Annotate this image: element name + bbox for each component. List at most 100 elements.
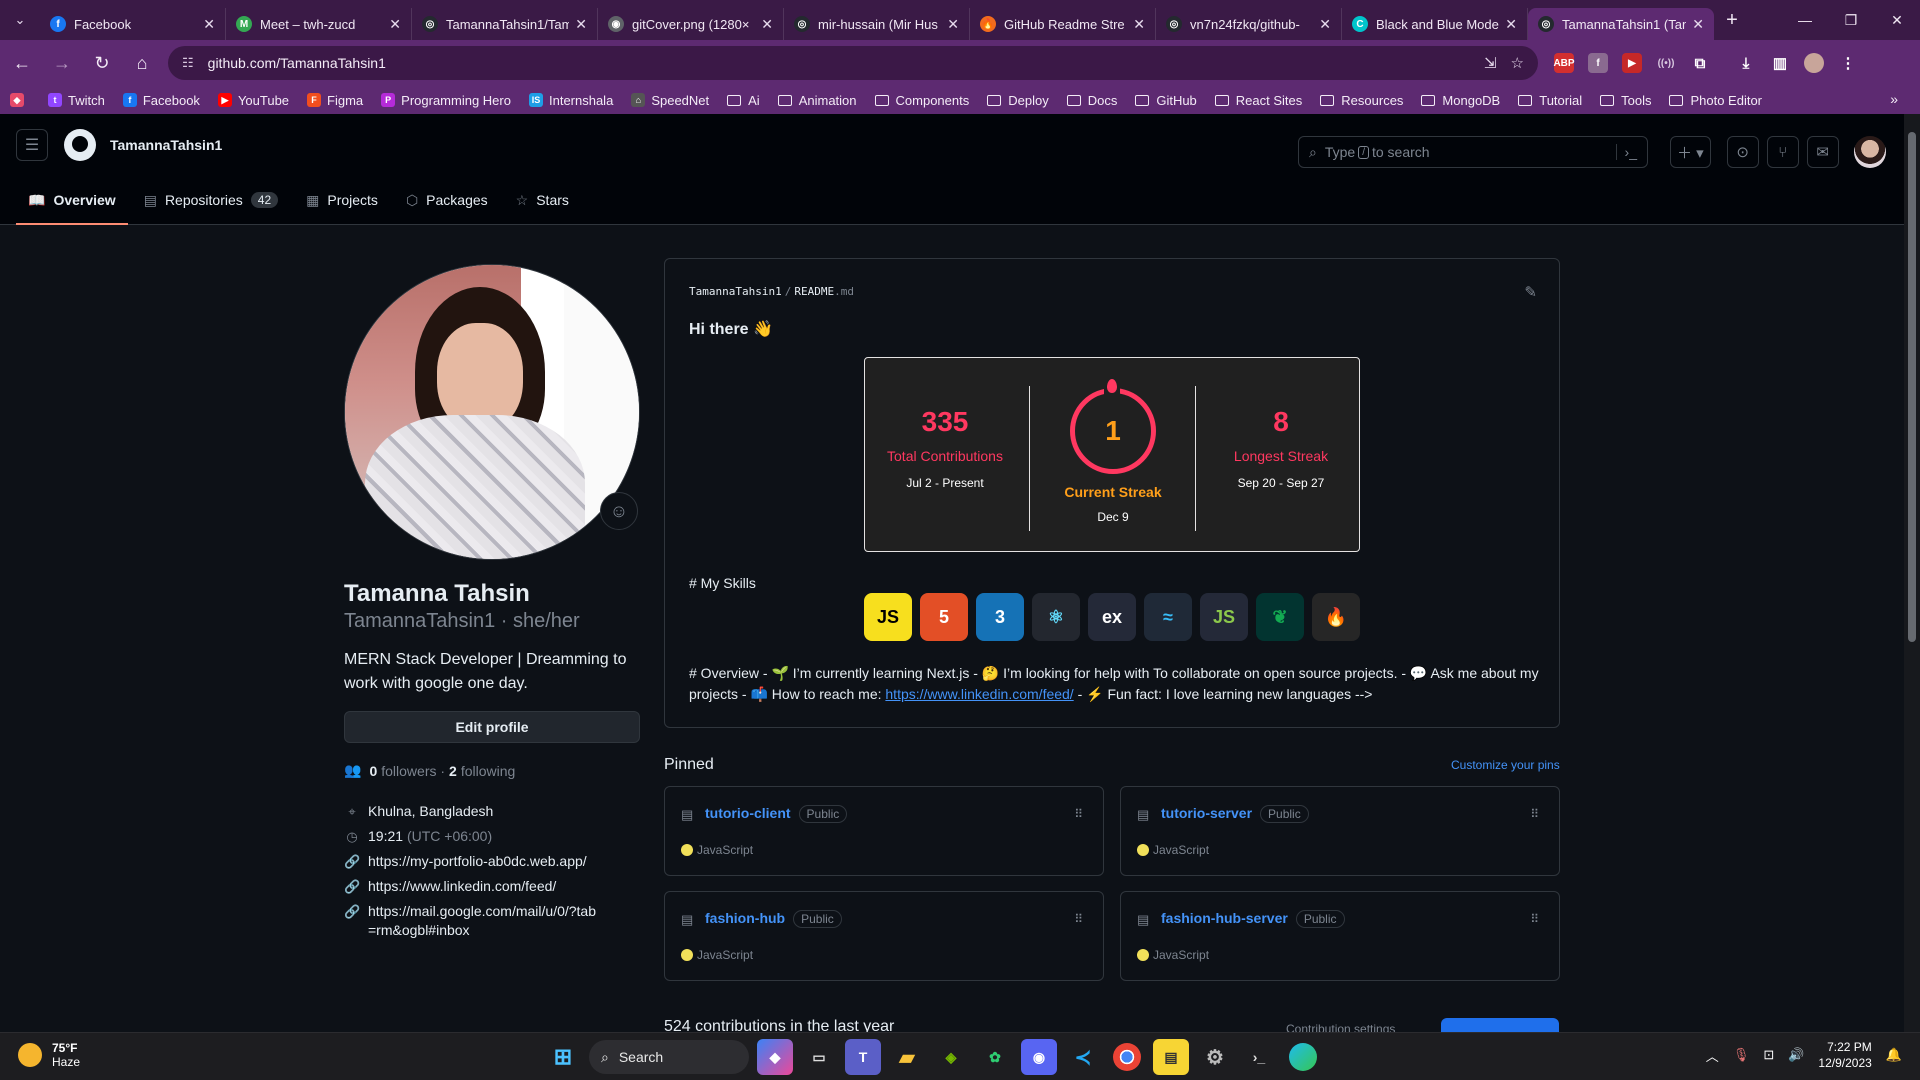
site-info-icon[interactable]: ☷ xyxy=(182,55,194,71)
teams-icon[interactable]: T xyxy=(845,1039,881,1075)
tab-repositories[interactable]: ▤ Repositories 42 xyxy=(132,176,290,224)
tab-projects[interactable]: ▦ Projects xyxy=(294,176,390,224)
link-item[interactable]: 🔗 https://mail.google.com/mail/u/0/?tab=… xyxy=(344,902,640,940)
hamburger-menu-icon[interactable]: ☰ xyxy=(16,129,48,161)
microphone-icon[interactable]: 🎙 xyxy=(1733,1047,1750,1063)
create-new-button[interactable]: ＋ ▾ xyxy=(1670,136,1711,168)
taskbar-search[interactable]: ⌕ Search xyxy=(589,1040,749,1074)
edit-profile-button[interactable]: Edit profile xyxy=(344,711,640,743)
browser-tab[interactable]: ◎ vn7n24fzkq/github- ✕ xyxy=(1156,8,1342,40)
sticky-notes-icon[interactable]: ▤ xyxy=(1153,1039,1189,1075)
inbox-icon[interactable]: ✉ xyxy=(1806,136,1839,168)
apps-icon[interactable]: ◆ xyxy=(10,93,30,107)
set-status-smiley-icon[interactable]: ☺ xyxy=(600,492,638,530)
back-icon[interactable]: ← xyxy=(4,45,40,81)
facebook-extension-icon[interactable]: f xyxy=(1588,53,1608,73)
year-button[interactable] xyxy=(1441,1018,1559,1032)
browser-tab[interactable]: C Black and Blue Mode ✕ xyxy=(1342,8,1528,40)
drag-handle-icon[interactable]: ⠿ xyxy=(1074,912,1083,926)
file-explorer-icon[interactable]: ▰ xyxy=(889,1039,925,1075)
followers-link[interactable]: 0 followers · xyxy=(365,763,445,779)
linkedin-link[interactable]: https://www.linkedin.com/feed/ xyxy=(885,686,1073,702)
close-window-icon[interactable]: ✕ xyxy=(1874,0,1920,40)
bookmark-item[interactable]: P Programming Hero xyxy=(381,93,511,108)
tab-packages[interactable]: ⬡ Packages xyxy=(394,176,500,224)
tab-close-icon[interactable]: ✕ xyxy=(947,16,959,33)
browser-tab[interactable]: f Facebook ✕ xyxy=(40,8,226,40)
bookmark-folder[interactable]: React Sites xyxy=(1214,93,1302,108)
bookmark-item[interactable]: F Figma xyxy=(307,93,363,108)
home-icon[interactable]: ⌂ xyxy=(124,45,160,81)
task-view-icon[interactable]: ▭ xyxy=(801,1039,837,1075)
browser-tab[interactable]: 🔥 GitHub Readme Stre ✕ xyxy=(970,8,1156,40)
tab-close-icon[interactable]: ✕ xyxy=(1133,16,1145,33)
copilot-icon[interactable]: ◆ xyxy=(757,1039,793,1075)
notifications-bell-icon[interactable]: 🔔 xyxy=(1886,1047,1902,1063)
github-logo-icon[interactable] xyxy=(64,129,96,161)
bookmark-folder[interactable]: Ai xyxy=(727,93,760,108)
bookmark-folder[interactable]: Tools xyxy=(1600,93,1651,108)
bookmark-item[interactable]: t Twitch xyxy=(48,93,105,108)
minimize-icon[interactable]: — xyxy=(1782,0,1828,40)
repo-name-link[interactable]: tutorio-server xyxy=(1161,805,1252,821)
tab-close-icon[interactable]: ✕ xyxy=(1505,16,1517,33)
browser-tab[interactable]: M Meet – twh-zucd ✕ xyxy=(226,8,412,40)
volume-icon[interactable]: 🔊 xyxy=(1788,1047,1804,1063)
tab-close-icon[interactable]: ✕ xyxy=(1319,16,1331,33)
drag-handle-icon[interactable]: ⠿ xyxy=(1530,912,1539,926)
bookmark-item[interactable]: f Facebook xyxy=(122,93,200,108)
issues-icon[interactable]: ⊙ xyxy=(1726,136,1759,168)
more-bookmarks-icon[interactable]: » xyxy=(1890,91,1898,107)
restore-icon[interactable]: ❐ xyxy=(1828,0,1874,40)
video-extension-icon[interactable]: ▶ xyxy=(1622,53,1642,73)
vscode-icon[interactable]: ≺ xyxy=(1065,1039,1101,1075)
edit-pencil-icon[interactable]: ✎ xyxy=(1524,283,1537,301)
bookmark-folder[interactable]: Resources xyxy=(1320,93,1403,108)
install-app-icon[interactable]: ⇲ xyxy=(1484,54,1497,72)
repo-name-link[interactable]: tutorio-client xyxy=(705,805,791,821)
bookmark-folder[interactable]: Docs xyxy=(1066,93,1117,108)
tab-close-icon[interactable]: ✕ xyxy=(761,16,773,33)
drag-handle-icon[interactable]: ⠿ xyxy=(1074,807,1083,821)
bookmark-folder[interactable]: Photo Editor xyxy=(1669,93,1762,108)
bookmark-star-icon[interactable]: ☆ xyxy=(1511,54,1524,72)
pull-requests-icon[interactable]: ⑂ xyxy=(1766,136,1799,168)
bookmark-folder[interactable]: MongoDB xyxy=(1421,93,1500,108)
settings-gear-icon[interactable]: ⚙ xyxy=(1197,1039,1233,1075)
terminal-icon[interactable]: ›_ xyxy=(1241,1039,1277,1075)
bookmark-item[interactable]: IS Internshala xyxy=(528,93,613,108)
tab-search-icon[interactable]: ⌄ xyxy=(0,0,40,40)
tab-overview[interactable]: 📖 Overview xyxy=(16,176,128,225)
header-username[interactable]: TamannaTahsin1 xyxy=(110,137,222,153)
nvidia-icon[interactable]: ◈ xyxy=(933,1039,969,1075)
adblock-extension-icon[interactable]: ABP xyxy=(1553,53,1575,73)
link-item[interactable]: 🔗 https://my-portfolio-ab0dc.web.app/ xyxy=(344,852,640,871)
discord-icon[interactable]: ◉ xyxy=(1021,1039,1057,1075)
start-windows-icon[interactable]: ⊞ xyxy=(545,1039,581,1075)
bookmark-folder[interactable]: Components xyxy=(874,93,969,108)
following-link[interactable]: 2 following xyxy=(445,763,515,779)
browser-tab[interactable]: ◎ TamannaTahsin1/Tam ✕ xyxy=(412,8,598,40)
tab-close-icon[interactable]: ✕ xyxy=(575,16,587,33)
repo-name-link[interactable]: fashion-hub xyxy=(705,910,785,926)
network-icon[interactable]: ⊡ xyxy=(1763,1047,1774,1063)
tray-overflow-icon[interactable]: ︿ xyxy=(1706,1046,1719,1065)
bookmark-folder[interactable]: Tutorial xyxy=(1518,93,1582,108)
browser-tab[interactable]: ◎ mir-hussain (Mir Hus ✕ xyxy=(784,8,970,40)
taskbar-clock[interactable]: 7:22 PM 12/9/2023 xyxy=(1818,1039,1871,1071)
scrollbar-thumb[interactable] xyxy=(1908,132,1916,642)
link-item[interactable]: 🔗 https://www.linkedin.com/feed/ xyxy=(344,877,640,896)
weather-widget[interactable]: 75°F Haze xyxy=(18,1041,80,1069)
tab-close-icon[interactable]: ✕ xyxy=(203,16,215,33)
command-palette-icon[interactable]: ›_ xyxy=(1615,144,1637,160)
bookmark-folder[interactable]: Deploy xyxy=(987,93,1049,108)
download-icon[interactable]: ⤓ xyxy=(1736,53,1756,73)
tab-close-icon[interactable]: ✕ xyxy=(389,16,401,33)
url-field[interactable]: ☷ github.com/TamannaTahsin1 ⇲ ☆ xyxy=(168,46,1538,80)
green-app-icon[interactable]: ✿ xyxy=(977,1039,1013,1075)
side-panel-icon[interactable]: ▥ xyxy=(1770,53,1790,73)
bookmark-folder[interactable]: Animation xyxy=(777,93,857,108)
profile-avatar-icon[interactable] xyxy=(1804,53,1824,73)
browser-tab[interactable]: ◉ gitCover.png (1280× ✕ xyxy=(598,8,784,40)
repo-name-link[interactable]: fashion-hub-server xyxy=(1161,910,1288,926)
